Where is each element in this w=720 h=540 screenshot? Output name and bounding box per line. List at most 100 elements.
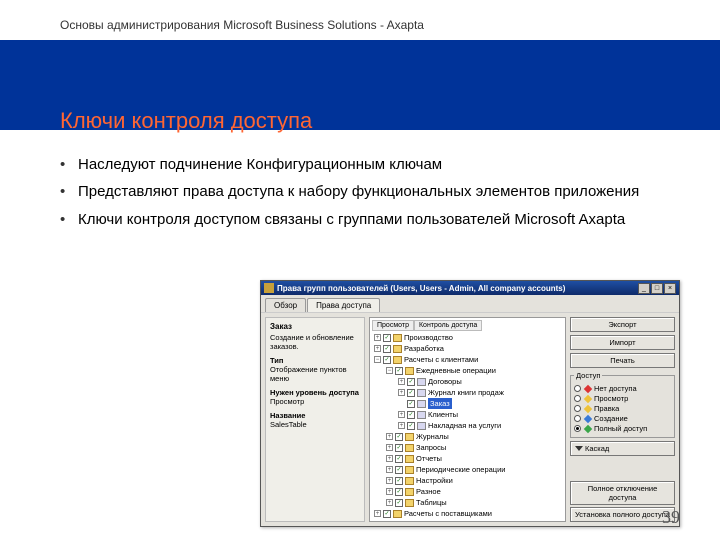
access-color-icon (584, 424, 592, 432)
expand-toggle[interactable]: + (386, 455, 393, 462)
expand-toggle[interactable]: + (386, 499, 393, 506)
tab-strip: Обзор Права доступа (261, 295, 679, 312)
tree-item-label: Накладная на услуги (428, 420, 501, 431)
minimize-button[interactable]: _ (638, 283, 650, 294)
checkbox[interactable]: ✓ (395, 477, 403, 485)
tree-item[interactable]: +✓ Периодические операции (372, 464, 563, 475)
close-button[interactable]: × (664, 283, 676, 294)
expand-toggle[interactable]: + (386, 466, 393, 473)
tree-item[interactable]: ✓ Заказ (372, 398, 563, 409)
tree-item-label: Заказ (428, 398, 452, 409)
enable-all-button[interactable]: Установка полного доступа (570, 507, 675, 522)
tree-item[interactable]: +✓ Журналы (372, 431, 563, 442)
access-color-icon (584, 404, 592, 412)
expand-toggle[interactable]: + (386, 433, 393, 440)
checkbox[interactable]: ✓ (395, 433, 403, 441)
expand-toggle[interactable]: + (374, 334, 381, 341)
tree-item[interactable]: +✓ Накладная на услуги (372, 420, 563, 431)
tree-item[interactable]: −✓Ежедневные операции (372, 365, 563, 376)
checkbox[interactable]: ✓ (383, 510, 391, 518)
access-option[interactable]: Полный доступ (574, 424, 671, 433)
folder-icon (393, 345, 402, 353)
checkbox[interactable]: ✓ (395, 488, 403, 496)
access-option[interactable]: Создание (574, 414, 671, 423)
checkbox[interactable]: ✓ (395, 444, 403, 452)
import-button[interactable]: Импорт (570, 335, 675, 350)
col-access: Контроль доступа (414, 320, 482, 331)
folder-icon (393, 510, 402, 518)
disable-all-button[interactable]: Полное отключение доступа (570, 481, 675, 505)
checkbox[interactable]: ✓ (383, 334, 391, 342)
radio-icon (574, 415, 581, 422)
checkbox[interactable]: ✓ (407, 422, 415, 430)
tree-item[interactable]: +✓Отчеты (372, 453, 563, 464)
expand-toggle[interactable]: − (374, 356, 381, 363)
access-option-label: Создание (594, 414, 628, 423)
checkbox[interactable]: ✓ (407, 411, 415, 419)
access-option[interactable]: Нет доступа (574, 384, 671, 393)
expand-toggle[interactable]: − (386, 367, 393, 374)
tree-panel[interactable]: Просмотр Контроль доступа +✓Производство… (369, 317, 566, 522)
access-option[interactable]: Правка (574, 404, 671, 413)
tree-item-label: Запросы (416, 442, 446, 453)
expand-toggle[interactable]: + (398, 378, 405, 385)
cascade-button[interactable]: Каскад (570, 441, 675, 456)
checkbox[interactable]: ✓ (383, 356, 391, 364)
checkbox[interactable]: ✓ (407, 400, 415, 408)
tree-item[interactable]: +✓ Производство (372, 332, 563, 343)
details-panel: Заказ Создание и обновление заказов. Тип… (265, 317, 365, 522)
expand-toggle[interactable]: + (374, 510, 381, 517)
checkbox[interactable]: ✓ (395, 367, 403, 375)
expand-toggle[interactable]: + (386, 444, 393, 451)
maximize-button[interactable]: □ (651, 283, 663, 294)
permissions-tree[interactable]: +✓Производство+✓Разработка−✓Расчеты с кл… (372, 332, 563, 519)
checkbox[interactable]: ✓ (395, 499, 403, 507)
app-icon (264, 283, 274, 293)
expand-toggle[interactable]: + (398, 422, 405, 429)
tree-item-label: Журналы (416, 431, 449, 442)
export-button[interactable]: Экспорт (570, 317, 675, 332)
bullet-item: Представляют права доступа к набору функ… (60, 182, 660, 202)
tree-item[interactable]: +✓Клиенты (372, 409, 563, 420)
tab-overview[interactable]: Обзор (265, 298, 306, 312)
expand-toggle[interactable]: + (398, 389, 405, 396)
tree-item[interactable]: −✓Расчеты с клиентами (372, 354, 563, 365)
radio-icon (574, 405, 581, 412)
expand-toggle[interactable]: + (398, 411, 405, 418)
tree-item[interactable]: +✓ Запросы (372, 442, 563, 453)
tree-item[interactable]: +✓Разработка (372, 343, 563, 354)
folder-icon (405, 455, 414, 463)
access-option-label: Полный доступ (594, 424, 647, 433)
title-band: Ключи контроля доступа (0, 40, 720, 130)
tree-item[interactable]: +✓Разное (372, 486, 563, 497)
tree-item-label: Производство (404, 332, 453, 343)
checkbox[interactable]: ✓ (395, 466, 403, 474)
expand-toggle[interactable]: + (386, 477, 393, 484)
tree-item[interactable]: +✓ Расчеты с поставщиками (372, 508, 563, 519)
checkbox[interactable]: ✓ (383, 345, 391, 353)
folder-icon (405, 488, 414, 496)
folder-icon (405, 367, 414, 375)
print-button[interactable]: Печать (570, 353, 675, 368)
access-option[interactable]: Просмотр (574, 394, 671, 403)
access-option-label: Просмотр (594, 394, 628, 403)
tab-permissions[interactable]: Права доступа (307, 298, 380, 312)
course-header: Основы администрирования Microsoft Busin… (0, 0, 720, 32)
details-section-title: Заказ (270, 322, 360, 331)
checkbox[interactable]: ✓ (407, 389, 415, 397)
tree-item-label: Периодические операции (416, 464, 505, 475)
key-icon (417, 422, 426, 430)
tree-header: Просмотр Контроль доступа (372, 320, 563, 331)
tree-item[interactable]: +✓Журнал книги продаж (372, 387, 563, 398)
expand-toggle[interactable]: + (386, 488, 393, 495)
tree-item-label: Таблицы (416, 497, 447, 508)
expand-toggle[interactable]: + (374, 345, 381, 352)
tree-item[interactable]: +✓Договоры (372, 376, 563, 387)
type-value: Отображение пунктов меню (270, 365, 360, 383)
tree-item-label: Расчеты с поставщиками (404, 508, 492, 519)
checkbox[interactable]: ✓ (395, 455, 403, 463)
checkbox[interactable]: ✓ (407, 378, 415, 386)
tree-item[interactable]: +✓Настройки (372, 475, 563, 486)
tree-item[interactable]: +✓ Таблицы (372, 497, 563, 508)
folder-icon (405, 477, 414, 485)
